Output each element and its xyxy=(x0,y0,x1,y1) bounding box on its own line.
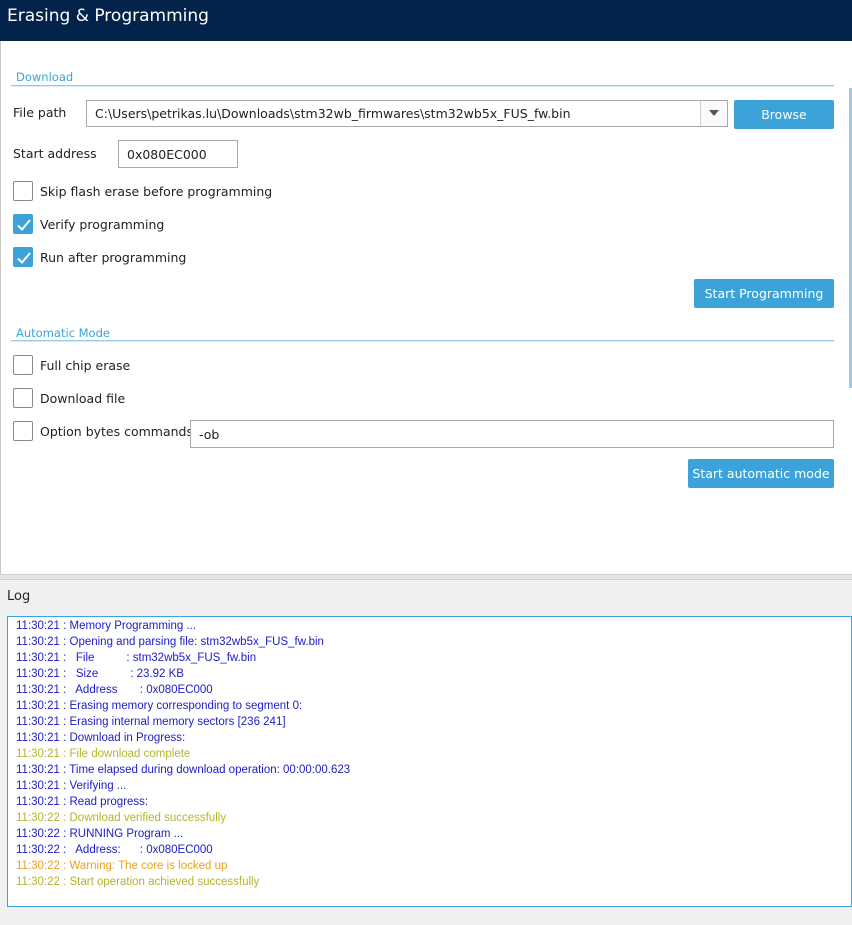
file-path-label: File path xyxy=(13,105,67,120)
verify-programming-label: Verify programming xyxy=(40,217,165,232)
run-after-programming-checkbox[interactable] xyxy=(13,247,33,267)
file-path-dropdown-button[interactable] xyxy=(700,101,727,126)
verify-programming-checkbox[interactable] xyxy=(13,214,33,234)
title-bar: Erasing & Programming xyxy=(0,0,852,41)
log-line: 11:30:21 : Erasing internal memory secto… xyxy=(16,716,286,728)
panel-splitter[interactable] xyxy=(0,574,852,580)
log-line: 11:30:21 : File : stm32wb5x_FUS_fw.bin xyxy=(16,652,257,664)
option-bytes-commands-checkbox[interactable] xyxy=(13,421,33,441)
log-line: 11:30:22 : RUNNING Program ... xyxy=(16,828,184,840)
download-section-title: Download xyxy=(16,70,74,84)
log-line: 11:30:22 : Warning: The core is locked u… xyxy=(16,860,228,872)
run-after-programming-label: Run after programming xyxy=(40,250,187,265)
log-line: 11:30:21 : Address : 0x080EC000 xyxy=(16,684,213,696)
download-file-checkbox[interactable] xyxy=(13,388,33,408)
full-chip-erase-checkbox[interactable] xyxy=(13,355,33,375)
file-path-value: C:\Users\petrikas.lu\Downloads\stm32wb_f… xyxy=(95,106,571,121)
start-automatic-mode-button[interactable]: Start automatic mode xyxy=(688,459,834,488)
log-line: 11:30:21 : Time elapsed during download … xyxy=(16,764,351,776)
log-line: 11:30:21 : File download complete xyxy=(16,748,191,760)
start-address-value: 0x080EC000 xyxy=(127,147,207,162)
option-bytes-commands-label: Option bytes commands xyxy=(40,424,194,439)
chevron-down-icon xyxy=(709,110,719,116)
log-line: 11:30:21 : Verifying ... xyxy=(16,780,127,792)
erasing-programming-panel: Download File path C:\Users\petrikas.lu\… xyxy=(0,41,852,574)
log-output[interactable]: 11:30:21 : Memory Programming ... 11:30:2… xyxy=(7,616,852,907)
log-line: 11:30:22 : Start operation achieved succ… xyxy=(16,876,260,888)
full-chip-erase-label: Full chip erase xyxy=(40,358,131,373)
checkmark-icon xyxy=(17,252,31,264)
log-title: Log xyxy=(7,589,31,604)
skip-flash-erase-checkbox[interactable] xyxy=(13,181,33,201)
log-line: 11:30:21 : Opening and parsing file: stm… xyxy=(16,636,324,648)
start-address-input[interactable]: 0x080EC000 xyxy=(118,140,238,168)
option-bytes-commands-input[interactable]: -ob xyxy=(190,420,834,448)
log-line: 11:30:22 : Download verified successfull… xyxy=(16,812,227,824)
browse-button[interactable]: Browse xyxy=(734,100,834,129)
skip-flash-erase-label: Skip flash erase before programming xyxy=(40,184,273,199)
file-path-combobox[interactable]: C:\Users\petrikas.lu\Downloads\stm32wb_f… xyxy=(86,100,728,127)
log-line: 11:30:21 : Download in Progress: xyxy=(16,732,186,744)
log-line: 11:30:21 : Erasing memory corresponding … xyxy=(16,700,303,712)
checkmark-icon xyxy=(17,219,31,231)
log-line: 11:30:21 : Read progress: xyxy=(16,796,149,808)
download-file-label: Download file xyxy=(40,391,126,406)
download-section-divider xyxy=(11,85,834,87)
log-line: 11:30:21 : Memory Programming ... xyxy=(16,620,197,632)
automatic-mode-section-title: Automatic Mode xyxy=(16,326,110,340)
window-title: Erasing & Programming xyxy=(7,6,209,26)
option-bytes-commands-value: -ob xyxy=(199,427,220,442)
log-line: 11:30:21 : Size : 23.92 KB xyxy=(16,668,184,680)
start-programming-button[interactable]: Start Programming xyxy=(694,279,834,308)
automatic-mode-section-divider xyxy=(11,340,834,342)
log-line: 11:30:22 : Address: : 0x080EC000 xyxy=(16,844,213,856)
start-address-label: Start address xyxy=(13,146,97,161)
